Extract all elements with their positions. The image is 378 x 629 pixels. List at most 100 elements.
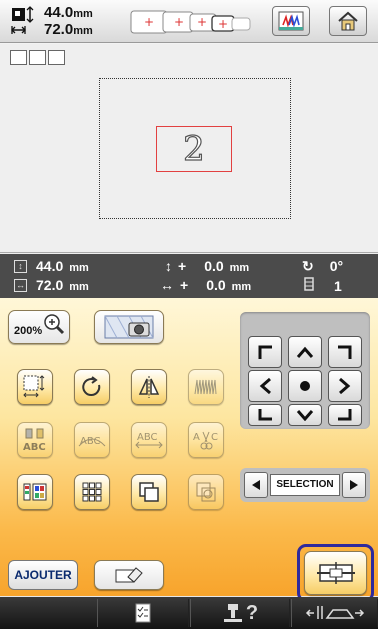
corner-up-right-icon — [338, 345, 352, 359]
status-vertical-offset: ↕ + 0.0 mm — [165, 258, 249, 274]
horizontal-offset-icon: ↔ — [160, 277, 174, 293]
embroidery-edit-screen: 44.0mm 72.0mm + + + + 2 ↕ 44.0 mm ↔ 72.0… — [0, 0, 378, 629]
selected-pattern-box[interactable]: 2 — [156, 126, 232, 172]
status-height: ↕ 44.0 mm — [14, 258, 89, 274]
zoom-button[interactable]: 200% — [8, 310, 70, 344]
chevron-right-icon — [339, 377, 351, 395]
checklist-icon — [135, 603, 151, 623]
embroidery-preview-area[interactable]: 2 — [0, 44, 378, 253]
pattern-dimensions: 44.0mm 72.0mm — [44, 5, 93, 39]
move-center-button[interactable] — [288, 370, 322, 402]
eraser-icon — [115, 567, 143, 583]
array-button: ABC — [74, 422, 110, 458]
svg-text:A: A — [193, 432, 200, 443]
height-icon: ↕ — [14, 260, 27, 273]
corner-down-right-icon — [338, 409, 352, 421]
duplicate-icon — [139, 482, 159, 502]
select-next-button[interactable] — [342, 472, 366, 498]
move-arrow-pad — [240, 312, 370, 429]
status-color-count-value: 1 — [334, 278, 342, 294]
move-right-button[interactable] — [328, 370, 362, 402]
add-pattern-button[interactable]: AJOUTER — [8, 560, 78, 590]
separate-button: A C — [188, 422, 224, 458]
move-up-right-button[interactable] — [328, 336, 362, 368]
rotate-icon — [82, 376, 101, 396]
delete-button[interactable] — [94, 560, 164, 590]
help-button[interactable]: ? — [190, 599, 290, 627]
corner-down-left-icon — [258, 409, 272, 421]
chevron-down-icon — [296, 410, 314, 421]
mirror-icon — [138, 376, 160, 398]
density-button — [188, 369, 224, 405]
pattern-character: 2 — [183, 129, 206, 169]
status-rotation: ↻ 0° — [302, 258, 343, 275]
resize-icon — [23, 375, 45, 398]
move-up-left-button[interactable] — [248, 336, 282, 368]
status-offset-v-value: 0.0 — [204, 258, 224, 274]
move-down-left-button[interactable] — [248, 404, 282, 426]
move-down-right-button[interactable] — [328, 404, 362, 426]
svg-text:ABC: ABC — [23, 442, 46, 453]
triangle-right-icon — [350, 480, 358, 490]
needle-move-icon — [305, 606, 364, 619]
change-thread-color-button: ABC — [17, 422, 53, 458]
move-up-button[interactable] — [288, 336, 322, 368]
selection-label: SELECTION — [270, 474, 340, 496]
pattern-selection-bar: SELECTION — [240, 468, 370, 502]
svg-text:+: + — [174, 15, 184, 29]
duplicate-button[interactable] — [131, 474, 167, 510]
triangle-left-icon — [252, 480, 260, 490]
pattern-slot-2 — [29, 50, 46, 65]
home-button[interactable] — [329, 6, 367, 36]
pattern-height-unit: mm — [73, 25, 93, 37]
home-icon — [338, 11, 358, 31]
applique-button — [188, 474, 224, 510]
status-offset-v-unit: mm — [229, 262, 250, 274]
highlight-frame — [297, 544, 374, 602]
needle-position-button[interactable] — [291, 599, 378, 627]
pattern-width-unit: mm — [73, 8, 93, 20]
select-previous-button[interactable] — [244, 472, 268, 498]
rotate-button[interactable] — [74, 369, 110, 405]
magnifier-plus-icon — [44, 314, 65, 335]
help-mark: ? — [245, 601, 259, 624]
zoom-label: 200% — [14, 325, 43, 337]
status-rotation-value: 0° — [329, 258, 344, 274]
scan-background-button[interactable] — [94, 310, 164, 344]
mirror-button[interactable] — [131, 369, 167, 405]
svg-text:+: + — [144, 15, 154, 29]
chevron-left-icon — [259, 377, 271, 395]
move-left-button[interactable] — [248, 370, 282, 402]
status-offset-h-unit: mm — [231, 281, 252, 293]
svg-text:ABC: ABC — [80, 436, 101, 447]
color-change-button[interactable] — [272, 6, 310, 36]
move-down-button[interactable] — [288, 404, 322, 426]
pattern-width-value: 44.0 — [44, 4, 74, 21]
edit-control-panel: 200% ABC ABC ABC A C SELECTION AJOUTER — [0, 298, 378, 602]
status-bar: ↕ 44.0 mm ↔ 72.0 mm ↕ + 0.0 mm ↔ + 0.0 mm ↻ 0°… — [0, 254, 378, 298]
svg-text:C: C — [211, 432, 218, 443]
hoop-selector-icon[interactable]: + + + + — [130, 8, 260, 36]
vertical-offset-plus: + — [178, 258, 187, 274]
stitch-density-icon — [194, 379, 217, 395]
footer-bar: ? — [0, 597, 378, 629]
camera-icon — [104, 315, 154, 339]
status-offset-h-value: 0.0 — [206, 277, 226, 293]
size-button[interactable] — [17, 369, 53, 405]
checklist-button[interactable] — [97, 599, 189, 627]
status-height-value: 44.0 — [36, 258, 64, 274]
svg-text:+: + — [197, 15, 207, 29]
center-dot-icon — [300, 381, 310, 391]
multi-color-text-icon: ABC — [23, 428, 46, 453]
border-button[interactable] — [74, 474, 110, 510]
thread-spool-icon — [304, 277, 314, 291]
width-icon: ↔ — [14, 279, 27, 292]
svg-text:+: + — [218, 17, 228, 31]
scissors-text-icon: A C — [193, 431, 218, 450]
letter-spacing-icon: ABC — [135, 432, 163, 449]
curved-text-icon: ABC — [78, 436, 106, 447]
thread-color-sort-button[interactable] — [17, 474, 53, 510]
status-color-count: 1 — [304, 277, 342, 294]
vertical-offset-icon: ↕ — [165, 258, 172, 274]
color-grid-icon — [23, 483, 47, 501]
